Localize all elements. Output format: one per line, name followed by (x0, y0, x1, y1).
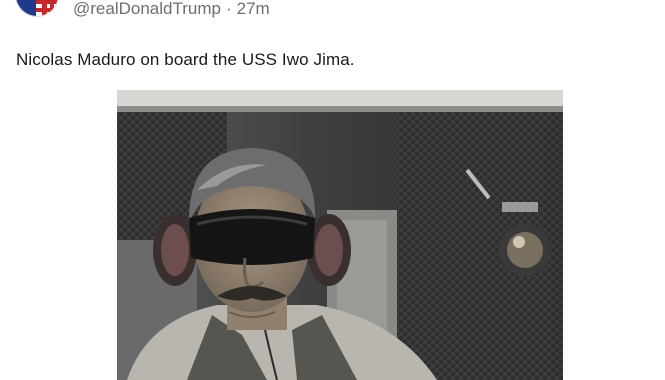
post-card: @realDonaldTrump · 27m Nicolas Maduro on… (0, 0, 665, 380)
meta-separator: · (225, 0, 232, 18)
photo-image (117, 90, 563, 380)
avatar[interactable] (16, 0, 58, 16)
user-handle[interactable]: @realDonaldTrump (73, 0, 221, 19)
post-image[interactable] (117, 90, 563, 380)
post-text: Nicolas Maduro on board the USS Iwo Jima… (16, 50, 355, 69)
post-header: @realDonaldTrump · 27m (73, 0, 270, 19)
flag-avatar-icon (16, 0, 58, 16)
timestamp[interactable]: 27m (237, 0, 270, 19)
